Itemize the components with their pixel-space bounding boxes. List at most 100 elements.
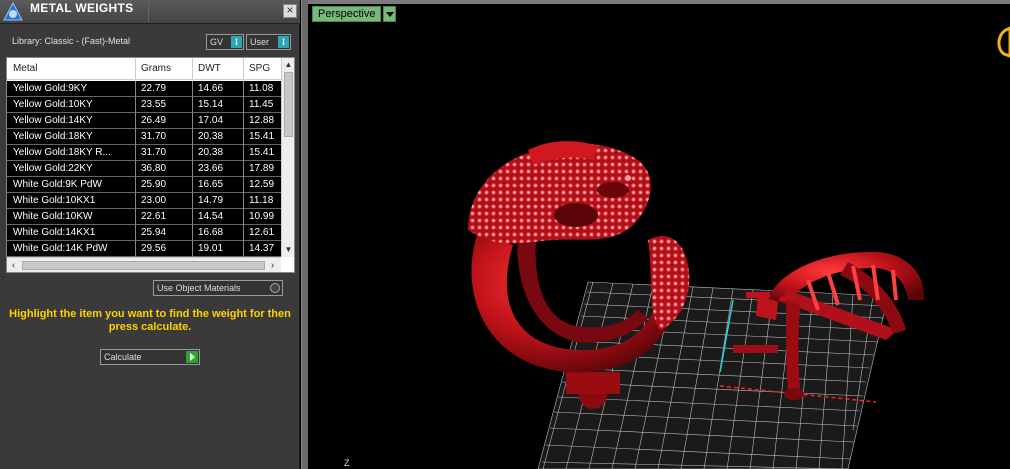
- horizontal-scrollbar[interactable]: ‹ ›: [7, 257, 281, 272]
- cell-dwt: 23.66: [198, 163, 224, 174]
- titlebar-divider: [148, 2, 149, 22]
- cell-divider: [135, 225, 136, 241]
- cell-metal: Yellow Gold:18KY: [13, 131, 93, 142]
- table-row[interactable]: Yellow Gold:22KY 36.80 23.66 17.89: [7, 161, 281, 177]
- cell-divider: [192, 97, 193, 113]
- table-row[interactable]: White Gold:9K PdW 25.90 16.65 12.59: [7, 177, 281, 193]
- cell-metal: Yellow Gold:22KY: [13, 163, 93, 174]
- scroll-right-icon[interactable]: ›: [266, 258, 279, 273]
- cell-divider: [135, 241, 136, 257]
- cell-divider: [135, 97, 136, 113]
- cell-divider: [135, 129, 136, 145]
- cell-divider: [243, 177, 244, 193]
- cell-spg: 11.08: [249, 83, 274, 94]
- cell-divider: [192, 145, 193, 161]
- scroll-up-icon[interactable]: ▲: [282, 58, 295, 71]
- cell-dwt: 14.66: [198, 83, 224, 94]
- scene-canvas[interactable]: Z: [308, 0, 1010, 469]
- cell-divider: [243, 113, 244, 129]
- perspective-view-button[interactable]: Perspective: [312, 6, 382, 22]
- panel-titlebar[interactable]: METAL WEIGHTS ×: [0, 0, 300, 24]
- cell-dwt: 16.68: [198, 227, 224, 238]
- play-icon[interactable]: [186, 351, 198, 363]
- library-label: Library: Classic - (Fast)-Metal: [12, 36, 131, 46]
- cell-divider: [243, 81, 244, 97]
- cell-divider: [192, 161, 193, 177]
- app-window: METAL WEIGHTS × Library: Classic - (Fast…: [0, 0, 1010, 469]
- cell-divider: [192, 113, 193, 129]
- table-row[interactable]: White Gold:10KW 22.61 14.54 10.99: [7, 209, 281, 225]
- cell-grams: 29.56: [141, 243, 167, 254]
- viewcube-gizmo-icon[interactable]: [997, 26, 1010, 58]
- cell-divider: [243, 209, 244, 225]
- table-row[interactable]: White Gold:14KX1 25.94 16.68 12.61: [7, 225, 281, 241]
- cell-divider: [135, 161, 136, 177]
- scroll-down-icon[interactable]: ▼: [282, 243, 295, 256]
- cell-dwt: 16.65: [198, 179, 224, 190]
- cell-divider: [135, 193, 136, 209]
- cell-spg: 15.41: [249, 147, 275, 158]
- use-object-materials-label: Use Object Materials: [157, 283, 241, 293]
- cell-divider: [243, 193, 244, 209]
- table-row[interactable]: Yellow Gold:9KY 22.79 14.66 11.08: [7, 81, 281, 97]
- cell-divider: [192, 241, 193, 257]
- axis-z-label: Z: [344, 458, 350, 468]
- use-object-materials-option[interactable]: Use Object Materials: [153, 280, 283, 296]
- cell-metal: Yellow Gold:18KY R...: [13, 147, 111, 158]
- cell-divider: [192, 177, 193, 193]
- instructions-text: Highlight the item you want to find the …: [9, 308, 291, 333]
- cell-divider: [192, 129, 193, 145]
- panel-splitter[interactable]: [301, 0, 308, 469]
- panel-title: METAL WEIGHTS: [30, 1, 134, 15]
- horizontal-scroll-thumb[interactable]: [22, 261, 265, 270]
- 3d-viewport[interactable]: Z Perspective: [308, 0, 1010, 469]
- cell-grams: 23.55: [141, 99, 167, 110]
- table-row[interactable]: White Gold:10KX1 23.00 14.79 11.18: [7, 193, 281, 209]
- cell-dwt: 15.14: [198, 99, 224, 110]
- table-row[interactable]: Yellow Gold:18KY 31.70 20.38 15.41: [7, 129, 281, 145]
- table-row[interactable]: Yellow Gold:10KY 23.55 15.14 11.45: [7, 97, 281, 113]
- column-header-grams[interactable]: Grams: [141, 63, 171, 74]
- table-row[interactable]: Yellow Gold:14KY 26.49 17.04 12.88: [7, 113, 281, 129]
- cell-divider: [192, 81, 193, 97]
- cell-divider: [135, 145, 136, 161]
- cell-divider: [135, 81, 136, 97]
- cell-spg: 12.59: [249, 179, 275, 190]
- column-divider: [135, 58, 136, 80]
- cell-grams: 25.90: [141, 179, 167, 190]
- vertical-scrollbar[interactable]: ▲ ▼: [281, 58, 294, 257]
- cell-metal: Yellow Gold:14KY: [13, 115, 93, 126]
- cell-dwt: 17.04: [198, 115, 224, 126]
- cell-metal: White Gold:14K PdW: [13, 243, 108, 254]
- gv-toggle[interactable]: GV I: [206, 34, 244, 50]
- cell-spg: 15.41: [249, 131, 275, 142]
- close-icon[interactable]: ×: [283, 4, 297, 18]
- cell-divider: [243, 129, 244, 145]
- vertical-scroll-thumb[interactable]: [284, 72, 293, 137]
- cell-divider: [192, 209, 193, 225]
- table-row[interactable]: Yellow Gold:18KY R... 31.70 20.38 15.41: [7, 145, 281, 161]
- user-toggle[interactable]: User I: [246, 34, 291, 50]
- cell-metal: White Gold:10KX1: [13, 195, 96, 206]
- column-header-metal[interactable]: Metal: [13, 63, 37, 74]
- cell-divider: [243, 161, 244, 177]
- calculate-label: Calculate: [104, 352, 142, 362]
- table-row[interactable]: White Gold:14K PdW 29.56 19.01 14.37: [7, 241, 281, 257]
- cell-spg: 12.61: [249, 227, 275, 238]
- calculate-button[interactable]: Calculate: [100, 349, 200, 365]
- cell-spg: 12.88: [249, 115, 275, 126]
- dropdown-arrow-icon[interactable]: [383, 6, 396, 22]
- scroll-left-icon[interactable]: ‹: [7, 258, 20, 273]
- cell-divider: [135, 177, 136, 193]
- cell-spg: 11.45: [249, 99, 274, 110]
- cell-spg: 10.99: [249, 211, 275, 222]
- user-toggle-label: User: [250, 37, 270, 47]
- radio-icon[interactable]: [270, 283, 280, 293]
- cell-divider: [243, 241, 244, 257]
- cell-grams: 31.70: [141, 131, 167, 142]
- cell-dwt: 14.54: [198, 211, 224, 222]
- cell-divider: [192, 225, 193, 241]
- column-header-dwt[interactable]: DWT: [198, 63, 221, 74]
- cell-divider: [135, 209, 136, 225]
- column-header-spg[interactable]: SPG: [249, 63, 270, 74]
